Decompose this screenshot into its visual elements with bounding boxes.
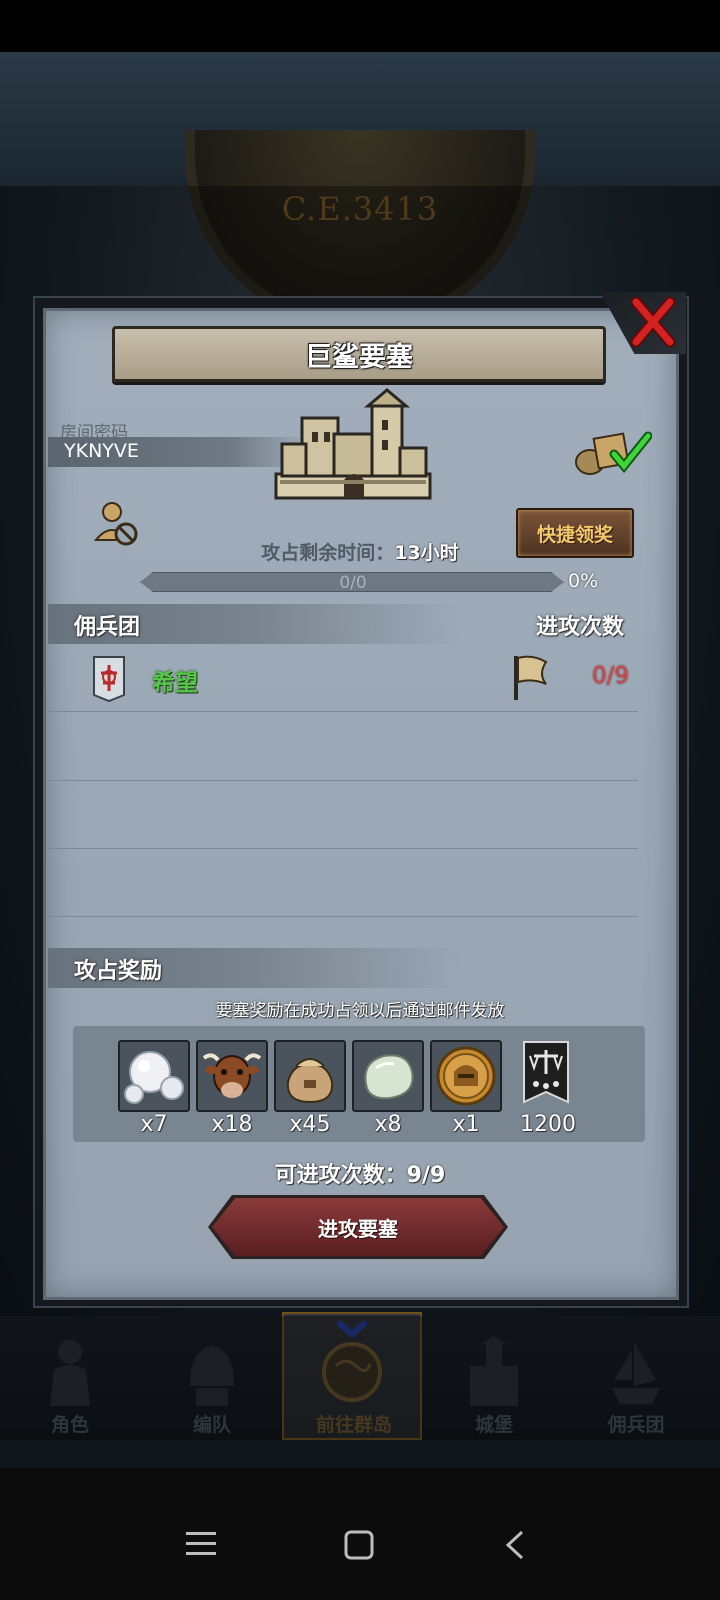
knight-coin-icon — [430, 1040, 502, 1112]
reward-header: 攻占奖励 — [74, 959, 163, 984]
guild-attack-count: 0/9 — [592, 663, 630, 689]
capture-progress-bar: 0/0 — [140, 572, 564, 592]
menu-button[interactable] — [186, 1530, 216, 1562]
capture-progress-count: 0/0 — [339, 573, 367, 593]
reward-item[interactable]: x45 — [274, 1040, 346, 1152]
attacks-header: 进攻次数 — [536, 615, 625, 640]
nav-item-character[interactable]: 角色 — [0, 1330, 140, 1440]
flag-icon — [510, 654, 550, 706]
attack-button-label: 进攻要塞 — [318, 1216, 398, 1241]
dialog-title: 巨鲨要塞 — [305, 341, 413, 373]
back-button[interactable] — [504, 1530, 526, 1564]
nav-label: 城堡 — [474, 1414, 513, 1436]
attack-fortress-button[interactable]: 进攻要塞 — [212, 1198, 504, 1256]
loot-claimed-icon — [574, 430, 653, 480]
globe-icon — [322, 1320, 382, 1402]
justice-banner-icon — [512, 1040, 584, 1112]
nav-item-islands[interactable]: 前往群岛 — [282, 1312, 422, 1440]
title-banner: 巨鲨要塞 — [112, 326, 606, 382]
home-icon — [344, 1530, 374, 1560]
grain-sack-icon — [274, 1040, 346, 1112]
home-button[interactable] — [344, 1530, 374, 1564]
pearls-icon — [118, 1040, 190, 1112]
guild-emblem-icon — [92, 655, 126, 707]
remaining-time-value: 13小时 — [394, 542, 459, 564]
stone-icon — [352, 1040, 424, 1112]
attack-available: 可进攻次数：9/9 — [274, 1163, 446, 1188]
ship-icon — [612, 1342, 660, 1404]
remaining-time: 攻占剩余时间：13小时 — [0, 538, 720, 565]
nav-item-formation[interactable]: 编队 — [142, 1330, 282, 1440]
helmet-icon — [190, 1346, 234, 1406]
nav-item-mercenary[interactable]: 佣兵团 — [566, 1330, 706, 1440]
castle-icon — [470, 1336, 518, 1406]
reward-item[interactable]: x7 — [118, 1040, 190, 1152]
knight-icon — [50, 1340, 90, 1406]
remaining-time-label: 攻占剩余时间： — [261, 542, 395, 564]
room-code: YKNYVE — [64, 440, 139, 462]
reward-qty: 1200 — [520, 1112, 576, 1137]
reward-note: 要塞奖励在成功占领以后通过邮件发放 — [215, 1001, 505, 1021]
nav-label: 佣兵团 — [607, 1414, 665, 1436]
guild-name: 希望 — [152, 670, 198, 696]
reward-qty: x1 — [452, 1112, 480, 1137]
cow-icon — [196, 1040, 268, 1112]
mercenary-header: 佣兵团 — [74, 615, 141, 640]
menu-icon — [186, 1532, 216, 1555]
close-icon — [630, 296, 676, 348]
reward-item[interactable]: x18 — [196, 1040, 268, 1152]
nav-label: 角色 — [50, 1414, 89, 1436]
empty-row-divider — [48, 848, 638, 849]
empty-row-divider — [48, 916, 638, 917]
reward-item[interactable]: x1 — [430, 1040, 502, 1152]
capture-progress-percent: 0% — [568, 570, 599, 592]
reward-item[interactable]: x8 — [352, 1040, 424, 1152]
nav-label: 前往群岛 — [315, 1414, 392, 1436]
empty-row-divider — [48, 780, 638, 781]
status-bar-area — [0, 0, 720, 52]
reward-item[interactable]: 1200 — [512, 1040, 584, 1152]
nav-item-castle[interactable]: 城堡 — [424, 1330, 564, 1440]
nav-label: 编队 — [192, 1414, 231, 1436]
back-icon — [505, 1530, 524, 1560]
fortress-icon — [272, 388, 434, 508]
